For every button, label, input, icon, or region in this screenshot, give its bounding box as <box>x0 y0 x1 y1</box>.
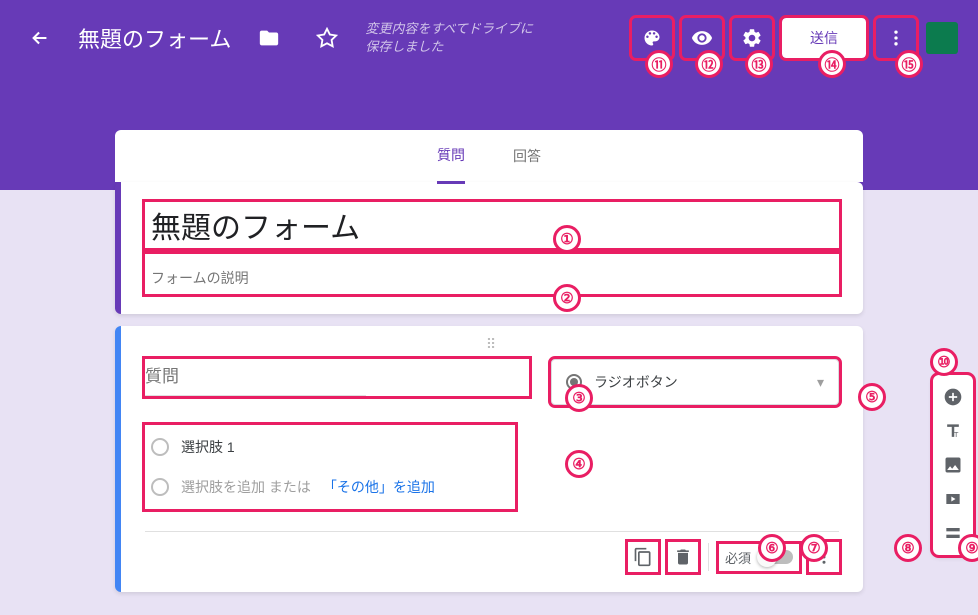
save-status: 変更内容をすべてドライブに保存しました <box>365 20 535 56</box>
delete-button[interactable] <box>668 542 698 572</box>
folder-icon[interactable] <box>249 18 289 58</box>
required-toggle-group[interactable]: 必須 <box>719 544 799 571</box>
divider <box>708 543 709 571</box>
chevron-down-icon: ▾ <box>817 374 824 391</box>
preview-button[interactable] <box>682 18 722 58</box>
send-button[interactable]: 送信 <box>782 18 866 58</box>
drag-handle-icon[interactable]: ⠿ <box>145 336 839 353</box>
options-block: 選択肢 1 選択肢を追加 または 「その他」を追加 <box>145 425 515 509</box>
radio-icon <box>566 374 582 390</box>
question-input[interactable] <box>145 359 366 396</box>
add-option-row[interactable]: 選択肢を追加 または 「その他」を追加 <box>151 467 509 507</box>
form-title-header[interactable]: 無題のフォーム <box>78 22 231 54</box>
back-button[interactable] <box>20 18 60 58</box>
radio-empty-icon <box>151 478 169 496</box>
more-menu-button[interactable] <box>876 18 916 58</box>
form-title-input[interactable] <box>151 204 833 246</box>
question-type-label: ラジオボタン <box>594 372 678 392</box>
duplicate-button[interactable] <box>628 542 658 572</box>
settings-button[interactable] <box>732 18 772 58</box>
question-more-button[interactable] <box>809 542 839 572</box>
title-card <box>115 182 863 314</box>
callout-8: ⑧ <box>894 534 922 562</box>
add-question-button[interactable] <box>937 381 969 413</box>
svg-text:T: T <box>954 430 959 439</box>
add-video-button[interactable] <box>937 483 969 515</box>
tab-responses[interactable]: 回答 <box>513 130 541 182</box>
question-card: ⠿ ラジオボタン ▾ 選択肢 1 選択肢を追加 または 「その他」を追加 <box>115 326 863 592</box>
sidebar-tools: T <box>933 375 973 555</box>
add-other-link[interactable]: 「その他」を追加 <box>323 477 435 497</box>
question-type-dropdown[interactable]: ラジオボタン ▾ <box>551 359 839 405</box>
option-row[interactable]: 選択肢 1 <box>151 427 509 467</box>
add-image-button[interactable] <box>937 449 969 481</box>
avatar[interactable] <box>926 22 958 54</box>
add-title-button[interactable]: T <box>937 415 969 447</box>
required-toggle[interactable] <box>759 550 793 564</box>
form-description-input[interactable] <box>151 264 833 292</box>
add-section-button[interactable] <box>937 517 969 549</box>
required-label: 必須 <box>725 548 751 567</box>
question-footer: 必須 <box>145 531 839 572</box>
option-label: 選択肢 1 <box>181 437 235 457</box>
theme-button[interactable] <box>632 18 672 58</box>
callout-10: ⑩ <box>930 348 958 376</box>
add-option-label: 選択肢を追加 または <box>181 477 311 497</box>
radio-empty-icon <box>151 438 169 456</box>
form-editor: 質問 回答 ⠿ ラジオボタン ▾ 選択肢 1 <box>115 130 863 604</box>
tab-questions[interactable]: 質問 <box>437 129 465 184</box>
tabs: 質問 回答 <box>115 130 863 182</box>
star-icon[interactable] <box>307 18 347 58</box>
